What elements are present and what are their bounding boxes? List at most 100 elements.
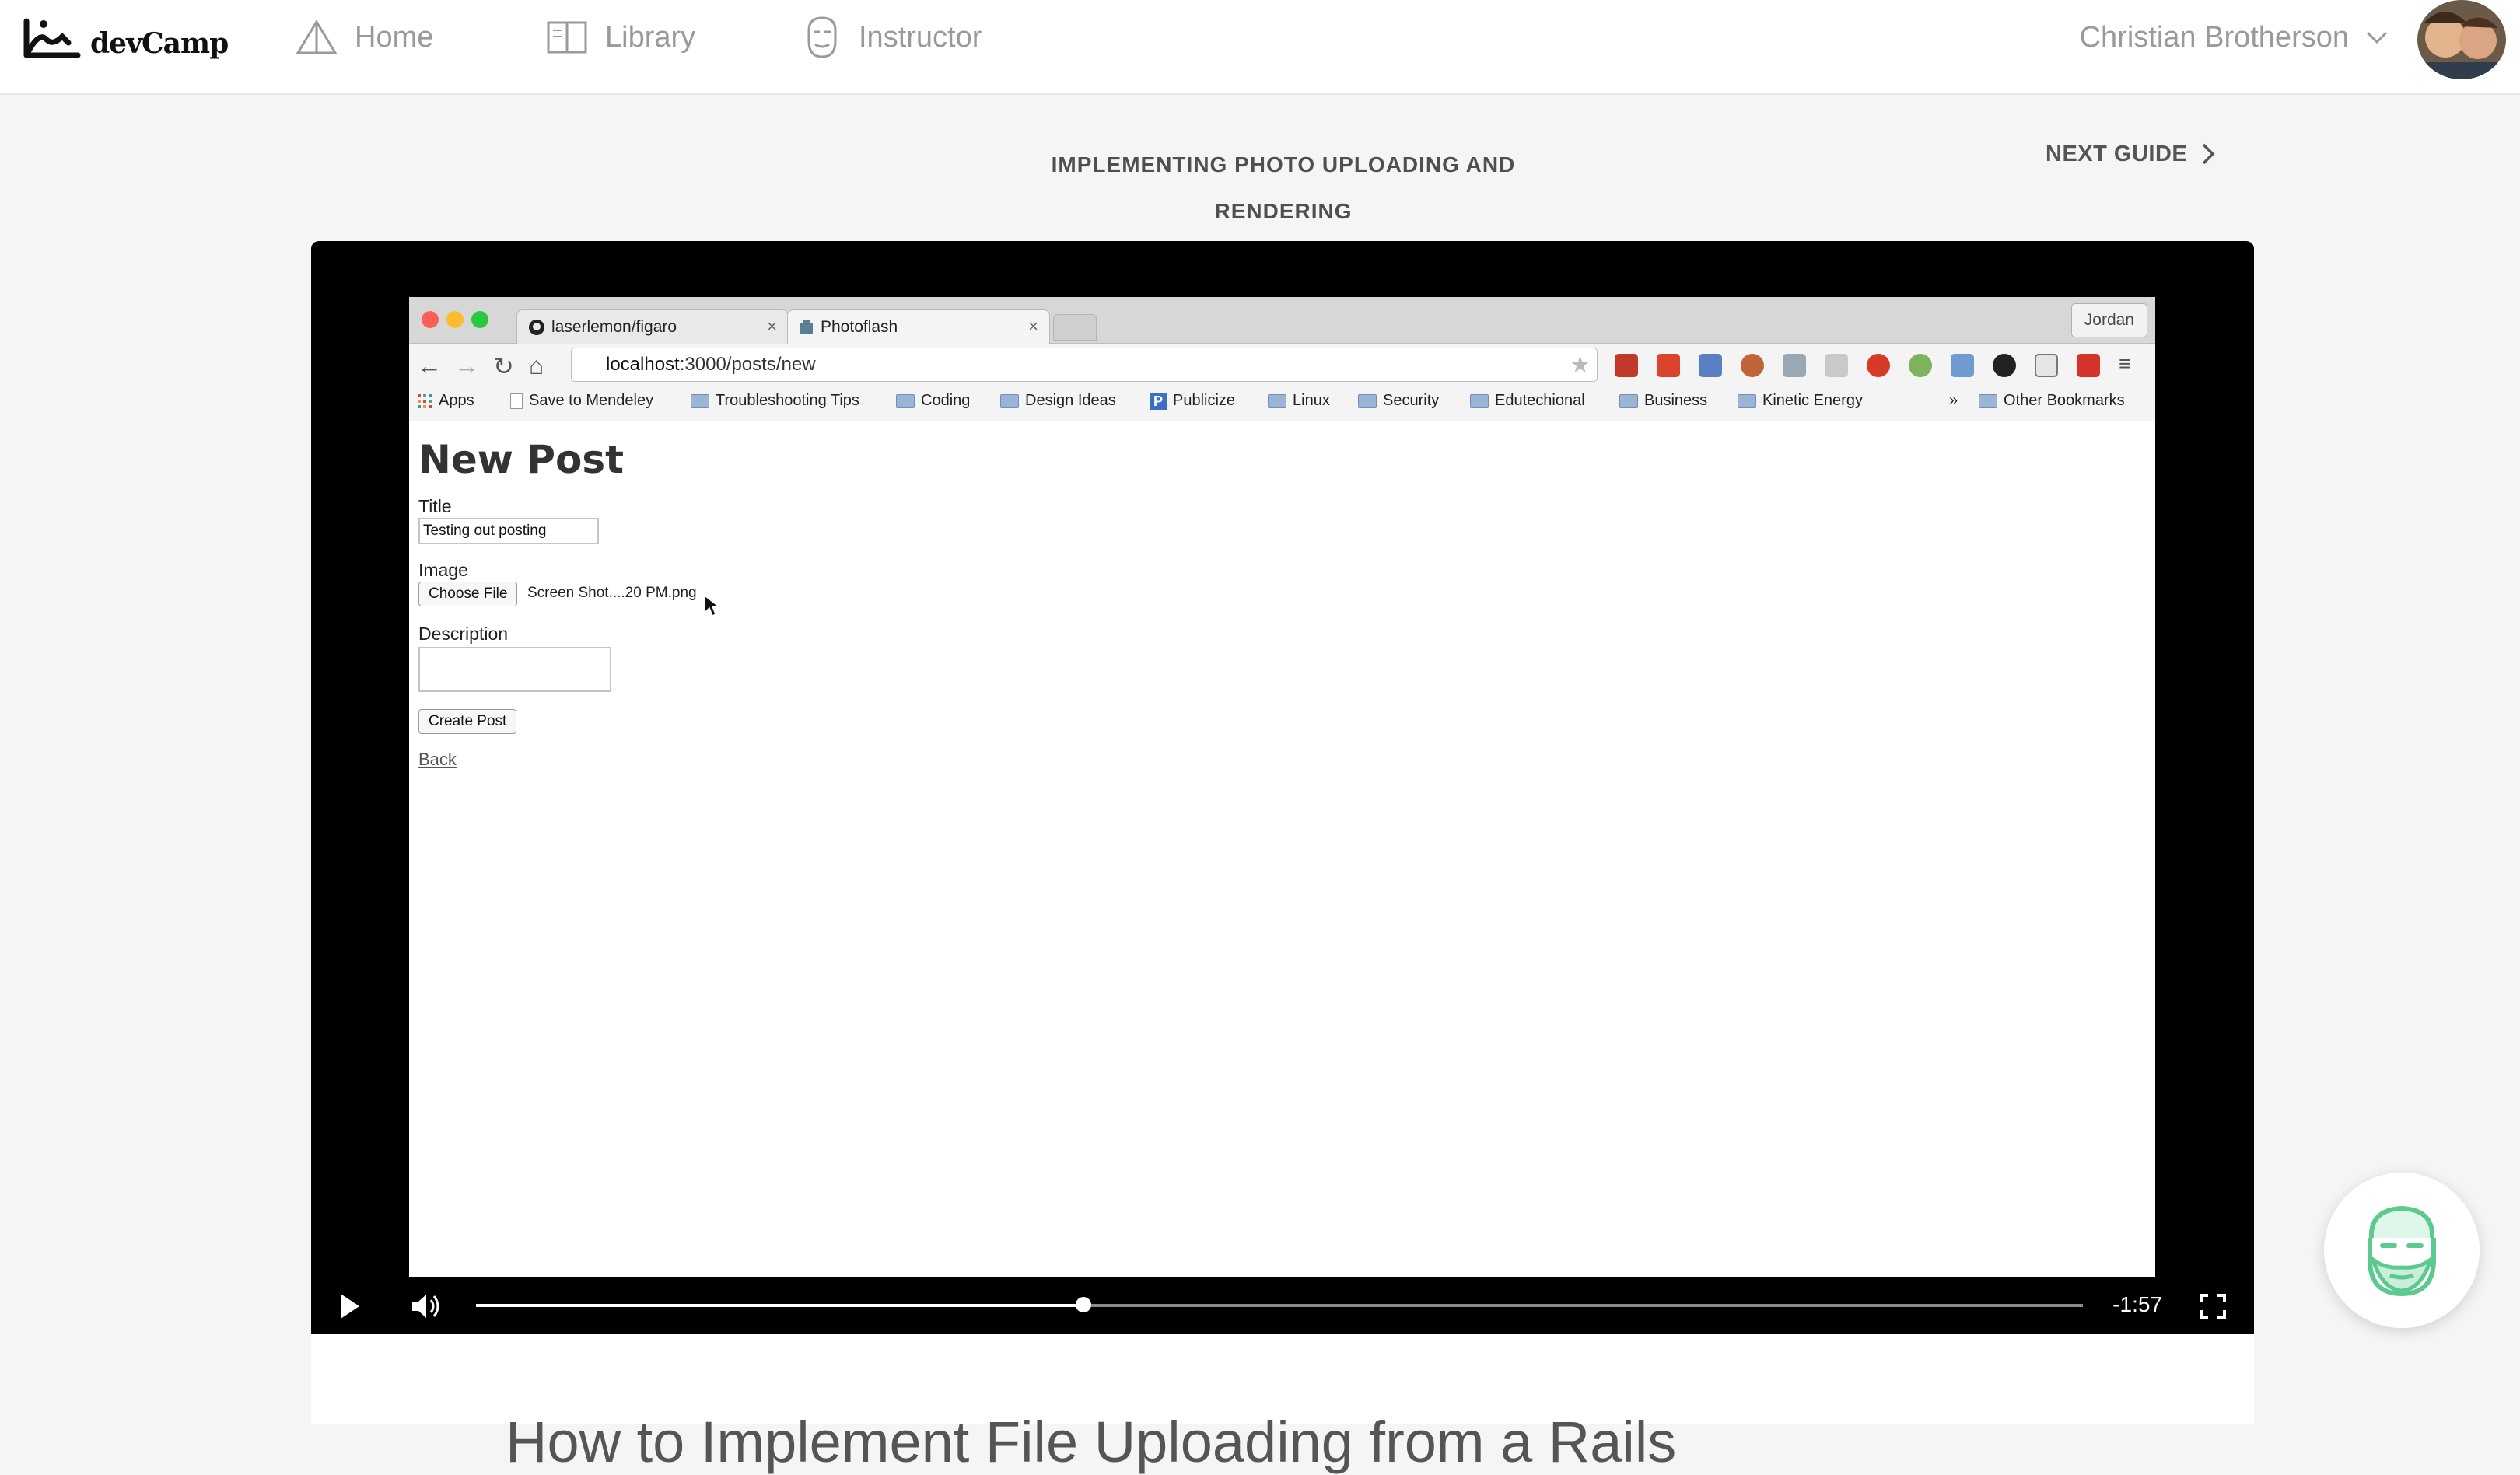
nav-home-label: Home (355, 20, 434, 54)
fullscreen-icon[interactable] (2200, 1294, 2226, 1319)
guide-title-line2: RENDERING (1214, 199, 1353, 223)
time-remaining: -1:57 (2112, 1292, 2162, 1316)
title-field: Testing out posting (418, 518, 599, 544)
new-tab-button (1053, 314, 1097, 341)
user-avatar[interactable] (2417, 0, 2506, 79)
top-navigation-bar: devCamp Home Library Instructor Christia… (0, 0, 2520, 95)
github-icon (529, 319, 544, 335)
title-label: Title (418, 496, 452, 516)
folder-icon (1738, 393, 1756, 408)
bookmark-item: Security (1358, 392, 1439, 410)
maximize-window-dot (471, 311, 488, 328)
video-frame-browser: laserlemon/figaro × Photoflash × Jordan … (409, 297, 2155, 1278)
home-tent-icon (296, 19, 338, 54)
extension-icon (1741, 354, 1764, 377)
nav-home[interactable]: Home (296, 14, 433, 61)
nav-instructor[interactable]: Instructor (803, 14, 982, 61)
folder-icon (1979, 393, 1997, 408)
chevron-down-icon (2366, 31, 2388, 44)
progress-bar[interactable] (476, 1297, 2083, 1312)
bookmarks-overflow: » (1949, 392, 1958, 409)
page-heading: New Post (418, 437, 625, 482)
extension-icon (1825, 354, 1848, 377)
bearded-face-icon (2368, 1205, 2436, 1297)
description-label: Description (418, 624, 509, 644)
close-icon: × (1028, 316, 1038, 336)
extension-icon (1657, 354, 1680, 377)
brand-name: devCamp (90, 27, 229, 60)
nav-instructor-label: Instructor (859, 20, 982, 54)
back-arrow-icon: ← (417, 351, 442, 379)
bookmark-item: Business (1619, 392, 1707, 410)
chat-assistant-button[interactable] (2324, 1173, 2480, 1328)
devcamp-logo-icon (23, 18, 81, 58)
close-icon: × (767, 316, 777, 336)
image-label: Image (418, 560, 468, 580)
user-name: Christian Brotherson (2079, 20, 2349, 54)
minimize-window-dot (446, 311, 464, 328)
browser-tab-label: laserlemon/figaro (551, 317, 677, 336)
bookmark-item: Coding (896, 392, 970, 410)
next-guide-label: NEXT GUIDE (2046, 141, 2188, 166)
folder-icon (1619, 393, 1638, 408)
extension-icon (1993, 354, 2016, 377)
bookmarks-bar: Apps Save to Mendeley Troubleshooting Ti… (409, 386, 2155, 421)
close-window-dot (422, 311, 439, 328)
url-host: localhost (606, 354, 680, 375)
play-icon[interactable] (341, 1294, 359, 1319)
article-card: How to Implement File Uploading from a R… (311, 1334, 2254, 1474)
folder-icon (1358, 393, 1377, 408)
browser-profile-button: Jordan (2070, 303, 2147, 337)
folder-icon (1268, 393, 1286, 408)
bookmark-item: Apps (417, 392, 474, 410)
folder-icon (1000, 393, 1019, 408)
menu-icon: ≡ (2119, 351, 2132, 376)
mouse-cursor-icon (704, 594, 720, 617)
browser-tab-active: Photoflash × (787, 309, 1050, 344)
video-controls: -1:57 (311, 1277, 2254, 1334)
home-icon: ⌂ (529, 351, 544, 379)
chevron-right-icon (2203, 143, 2215, 165)
star-bookmark-icon: ★ (1570, 352, 1591, 378)
browser-toolbar: ← → ↻ ⌂ localhost:3000/posts/new ★ ≡ (409, 344, 2155, 386)
bookmark-item: Troubleshooting Tips (691, 392, 859, 410)
bookmark-item: Save to Mendeley (510, 392, 653, 410)
guide-title: IMPLEMENTING PHOTO UPLOADING AND RENDERI… (1011, 142, 1556, 235)
article-heading: How to Implement File Uploading from a R… (506, 1410, 1677, 1474)
extension-icon (1951, 354, 1974, 377)
progress-knob[interactable] (1075, 1297, 1091, 1312)
volume-icon[interactable] (409, 1291, 443, 1322)
cast-icon (2035, 354, 2058, 377)
bookmark-item: Linux (1268, 392, 1330, 410)
publicize-p-icon: P (1150, 392, 1167, 410)
book-icon (547, 21, 587, 54)
nav-library-label: Library (605, 20, 696, 54)
browser-tab: laserlemon/figaro × (516, 309, 789, 344)
folder-icon (896, 393, 915, 408)
bookmark-item: Edutechional (1470, 392, 1585, 410)
video-player[interactable]: laserlemon/figaro × Photoflash × Jordan … (311, 241, 2254, 1334)
browser-tab-label: Photoflash (821, 317, 898, 336)
address-bar: localhost:3000/posts/new ★ (571, 348, 1598, 382)
bookmark-item: Other Bookmarks (1979, 392, 2125, 410)
selected-file-name: Screen Shot....20 PM.png (527, 585, 697, 601)
folder-icon (691, 393, 709, 408)
apps-grid-icon (418, 393, 432, 408)
extension-icon (1783, 354, 1806, 377)
nav-library[interactable]: Library (546, 14, 695, 61)
instructor-face-icon (807, 16, 837, 58)
next-guide-link[interactable]: NEXT GUIDE (2046, 137, 2215, 171)
extension-icon (2077, 354, 2100, 377)
extension-icon (1699, 354, 1722, 377)
choose-file-button: Choose File (418, 582, 518, 606)
progress-fill (476, 1304, 1083, 1307)
devcamp-logo[interactable]: devCamp (23, 11, 229, 65)
guide-title-line1: IMPLEMENTING PHOTO UPLOADING AND (1051, 152, 1516, 177)
new-post-page: New Post Title Testing out posting Image… (409, 421, 2155, 1278)
bookmark-item: Design Ideas (1000, 392, 1116, 410)
bookmark-item: Kinetic Energy (1738, 392, 1863, 410)
page-favicon-icon (800, 320, 813, 334)
extension-icon (1615, 354, 1638, 377)
user-menu[interactable]: Christian Brotherson (2080, 14, 2388, 61)
description-textarea (418, 647, 611, 692)
